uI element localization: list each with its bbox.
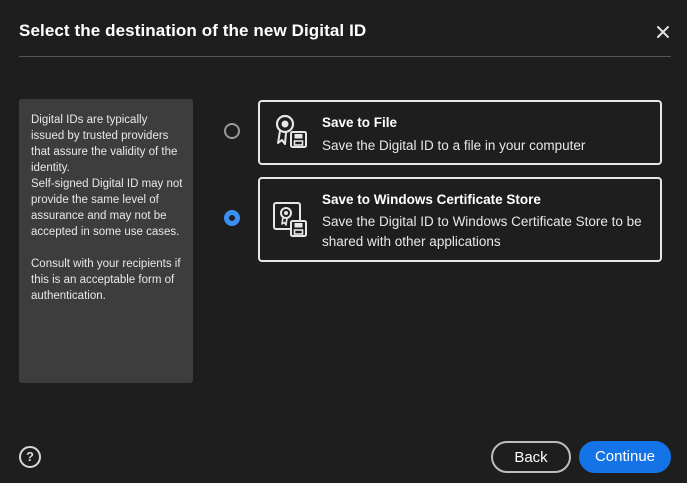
dialog-title: Select the destination of the new Digita… (19, 21, 367, 40)
help-icon[interactable]: ? (19, 446, 41, 468)
continue-button[interactable]: Continue (579, 441, 671, 473)
option-description-save-to-windows-certificate-store: Save the Digital ID to Windows Certifica… (322, 214, 642, 249)
option-title-save-to-windows-certificate-store: Save to Windows Certificate Store (322, 192, 541, 207)
info-text-consult-recipients: Consult with your recipients if this is … (31, 258, 181, 302)
radio-save-to-file[interactable] (224, 123, 240, 139)
digital-id-destination-dialog: Select the destination of the new Digita… (0, 0, 687, 483)
option-title-save-to-file: Save to File (322, 115, 398, 130)
info-text-self-signed: Self-signed Digital ID may not provide t… (31, 178, 183, 238)
header-divider (19, 56, 671, 57)
option-save-to-file[interactable]: Save to File Save the Digital ID to a fi… (258, 100, 662, 165)
info-panel: Digital IDs are typically issued by trus… (19, 99, 193, 383)
option-description-save-to-file: Save the Digital ID to a file in your co… (322, 138, 586, 153)
close-icon[interactable] (652, 21, 674, 43)
back-button[interactable]: Back (491, 441, 571, 473)
radio-save-to-windows-certificate-store[interactable] (224, 210, 240, 226)
certificate-save-to-file-icon (272, 112, 310, 152)
info-text-trusted-providers: Digital IDs are typically issued by trus… (31, 114, 178, 174)
option-save-to-windows-certificate-store[interactable]: Save to Windows Certificate Store Save t… (258, 177, 662, 262)
certificate-store-icon (272, 201, 310, 241)
